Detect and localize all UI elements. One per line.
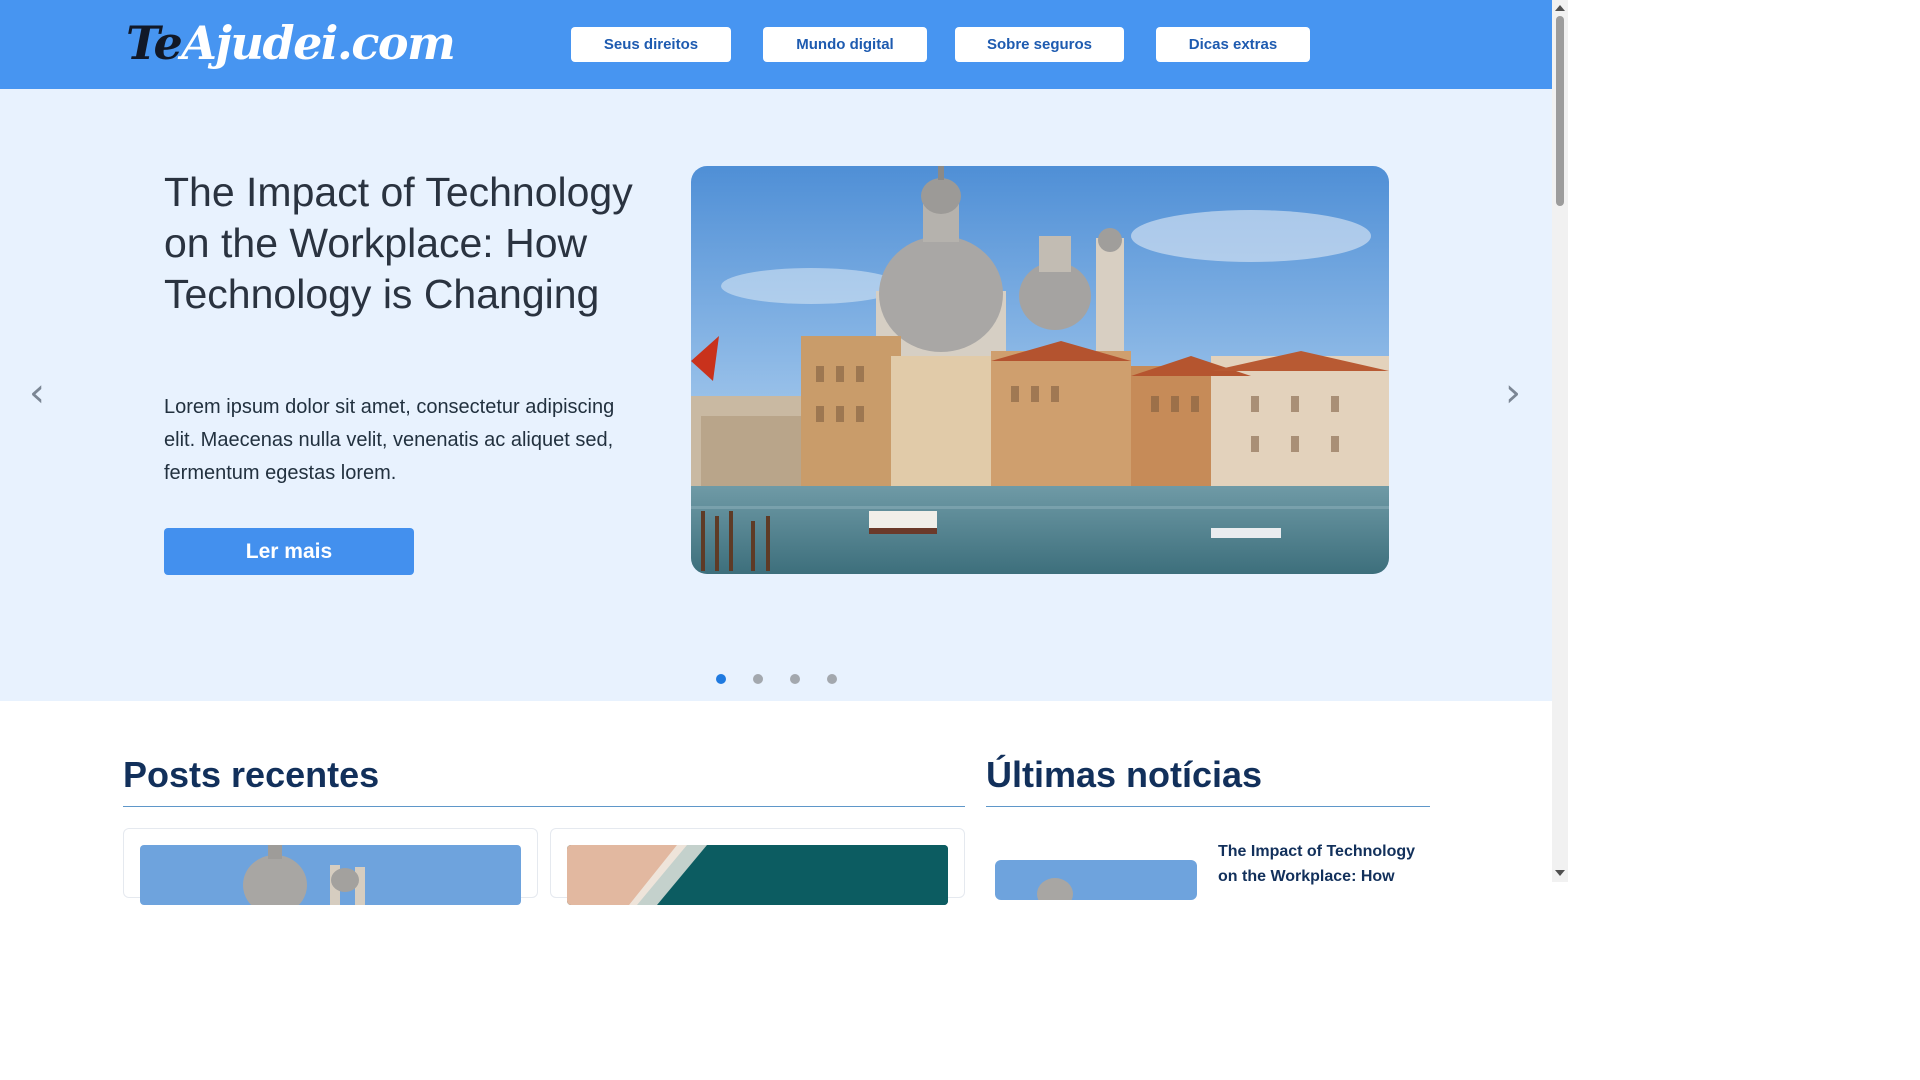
- post-card[interactable]: [123, 828, 538, 905]
- news-item-title[interactable]: The Impact of Technology on the Workplac…: [1218, 839, 1428, 889]
- hero-title[interactable]: The Impact of Technology on the Workplac…: [164, 167, 654, 320]
- nav-seus-direitos[interactable]: Seus direitos: [571, 27, 731, 62]
- site-logo[interactable]: TeAjudei.com: [126, 14, 456, 72]
- post-card-image[interactable]: [140, 845, 521, 905]
- venice-news-thumbnail: [995, 860, 1197, 900]
- read-more-button[interactable]: Ler mais: [164, 528, 414, 575]
- news-divider: [986, 806, 1430, 807]
- posts-section-title: Posts recentes: [123, 754, 380, 795]
- carousel-next-icon[interactable]: ›: [1505, 373, 1521, 413]
- news-item-image[interactable]: [995, 860, 1197, 900]
- nav-sobre-seguros[interactable]: Sobre seguros: [955, 27, 1124, 62]
- news-section-title: Últimas notícias: [986, 754, 1263, 795]
- beach-thumbnail: [567, 845, 948, 905]
- carousel-dot-1[interactable]: [716, 674, 726, 684]
- site-header: TeAjudei.com Seus direitos Mundo digital…: [0, 0, 1552, 89]
- nav-dicas-extras[interactable]: Dicas extras: [1156, 27, 1310, 62]
- logo-part-ajudei: Ajudei.com: [181, 16, 456, 70]
- hero-excerpt: Lorem ipsum dolor sit amet, consectetur …: [164, 396, 615, 484]
- logo-part-te: Te: [126, 16, 183, 70]
- posts-divider: [123, 806, 965, 807]
- venice-illustration: [691, 166, 1389, 574]
- post-card-image[interactable]: [567, 845, 948, 905]
- nav-mundo-digital[interactable]: Mundo digital: [763, 27, 927, 62]
- hero-image[interactable]: [691, 166, 1389, 574]
- scroll-down-icon[interactable]: [1555, 870, 1565, 876]
- carousel-dot-3[interactable]: [790, 674, 800, 684]
- carousel-dot-2[interactable]: [753, 674, 763, 684]
- post-card[interactable]: [550, 828, 965, 905]
- hero-carousel: ‹ › The Impact of Technology on the Work…: [0, 89, 1552, 701]
- carousel-dot-4[interactable]: [827, 674, 837, 684]
- scrollbar-thumb[interactable]: [1556, 16, 1564, 206]
- page-scrollbar[interactable]: [1552, 0, 1568, 882]
- scroll-up-icon[interactable]: [1555, 5, 1565, 11]
- venice-thumbnail: [140, 845, 521, 905]
- carousel-prev-icon[interactable]: ‹: [29, 373, 45, 413]
